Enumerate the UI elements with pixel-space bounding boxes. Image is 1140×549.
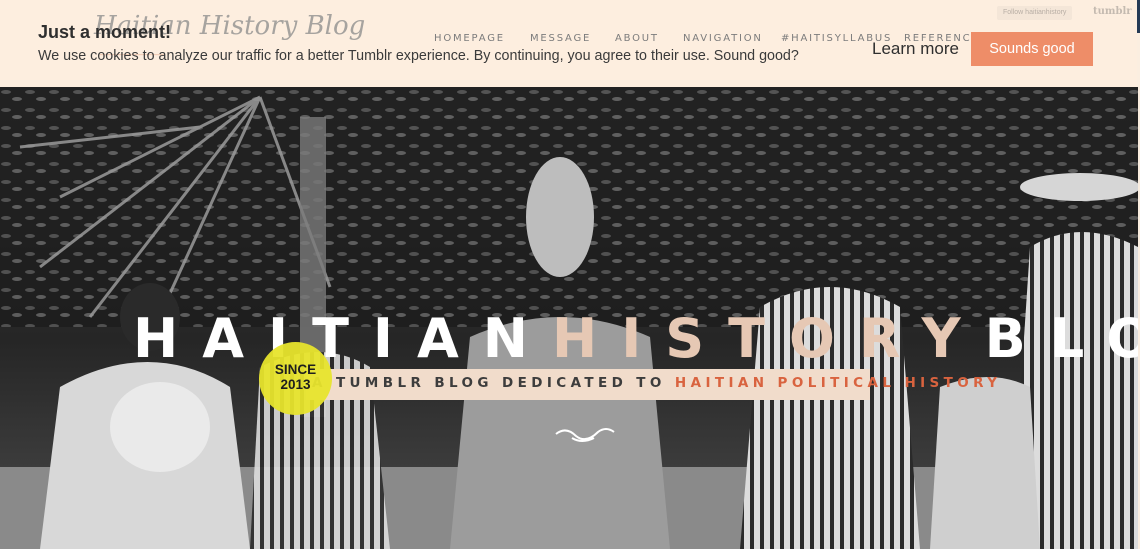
hero-tagline: A TUMBLR BLOG DEDICATED TO HAITIAN POLIT…	[312, 375, 1001, 391]
since-badge-text: SINCE 2013	[259, 362, 332, 392]
hero-title-haitian: HAITIAN	[133, 307, 552, 370]
tagline-text: A TUMBLR BLOG DEDICATED TO	[312, 375, 666, 391]
nav-homepage[interactable]: HOMEPAGE	[434, 33, 530, 44]
follow-button[interactable]: Follow haitianhistory	[997, 6, 1073, 20]
accept-cookies-button[interactable]: Sounds good	[971, 32, 1093, 66]
cookie-banner-title: Just a moment!	[38, 22, 172, 42]
hero-title-history: HISTORY	[552, 307, 985, 370]
tumblr-logo[interactable]: tumblr	[1093, 6, 1132, 17]
nav-about[interactable]: ABOUT	[615, 33, 683, 44]
learn-more-link[interactable]: Learn more	[872, 39, 959, 59]
nav-message[interactable]: MESSAGE	[530, 33, 615, 44]
hero-title-blog: BLOG	[984, 307, 1138, 370]
nav-navigation[interactable]: NAVIGATION	[683, 33, 781, 44]
tagline-highlight: HAITIAN POLITICAL HISTORY	[674, 375, 1002, 391]
since-year: 2013	[280, 377, 311, 392]
blog-header: Haitian History Blog ———————— HOMEPAGE M…	[0, 0, 1137, 87]
flourish-icon	[555, 428, 615, 442]
cookie-banner-text: We use cookies to analyze our traffic fo…	[38, 48, 799, 64]
since-label: SINCE	[274, 362, 317, 377]
hero-banner: HAITIANHISTORYBLOG A TUMBLR BLOG DEDICAT…	[0, 87, 1138, 549]
